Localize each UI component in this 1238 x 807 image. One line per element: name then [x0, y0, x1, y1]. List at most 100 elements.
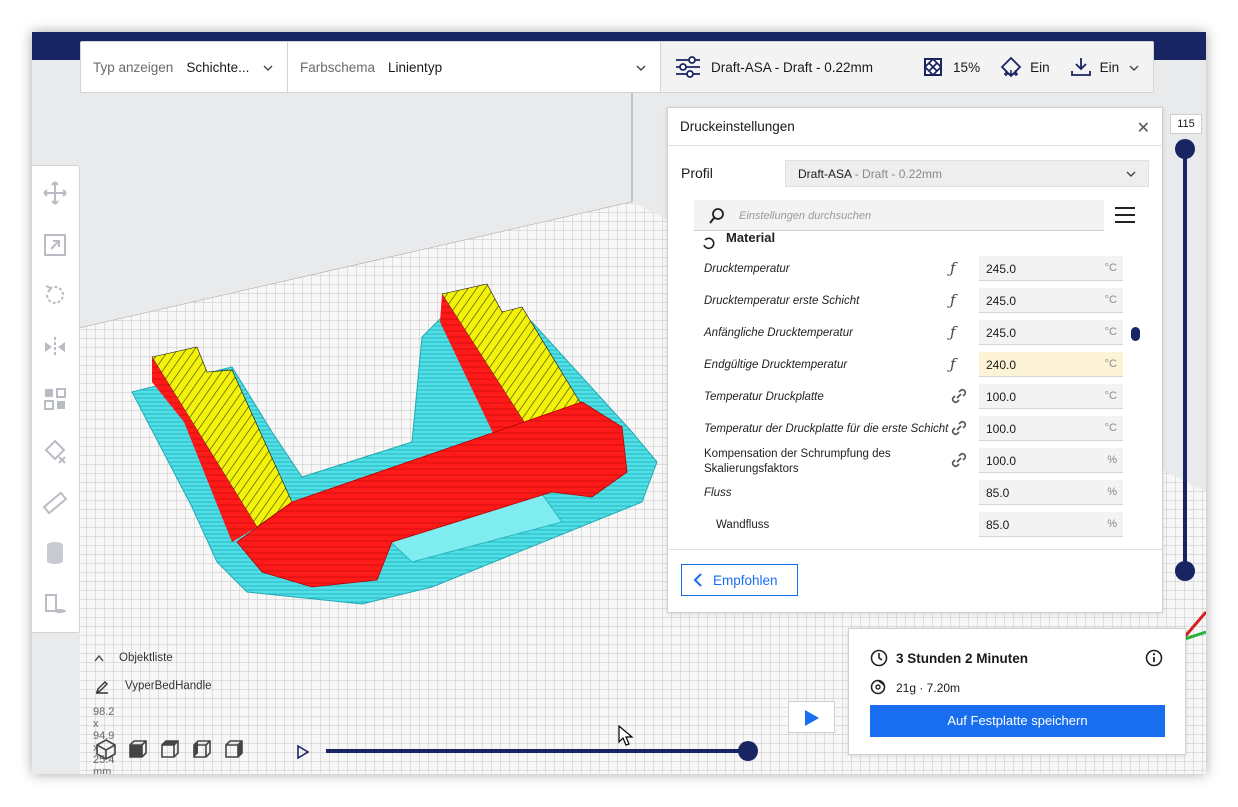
layer-value-field[interactable]: 115: [1170, 114, 1202, 134]
panel-title: Druckeinstellungen: [680, 119, 795, 134]
link-icon[interactable]: [950, 387, 968, 405]
mouse-cursor-icon: [618, 725, 634, 746]
menu-icon[interactable]: [1114, 205, 1136, 225]
print-settings-summary[interactable]: Draft-ASA - Draft - 0.22mm 15% Ein Ein: [661, 42, 1153, 92]
chevron-down-icon: [1126, 171, 1136, 177]
setting-input[interactable]: 85.0%: [979, 480, 1123, 505]
recommended-button[interactable]: Empfohlen: [681, 564, 798, 596]
print-settings-panel: Druckeinstellungen ✕ Profil Draft-ASA - …: [667, 107, 1163, 613]
setting-label: Kompensation der Schrumpfung des Skalier…: [704, 448, 891, 475]
play-icon[interactable]: [295, 744, 311, 760]
setting-input[interactable]: 85.0%: [979, 512, 1123, 537]
function-icon[interactable]: ƒ: [950, 259, 968, 277]
setting-row: Drucktemperatur erste Schicht ƒ 245.0 °C: [668, 285, 1138, 317]
setting-input[interactable]: 100.0 °C: [979, 384, 1123, 409]
adhesion-icon: [1070, 58, 1091, 76]
setting-row: Kompensation der Schrumpfung des Skalier…: [668, 445, 1138, 477]
search-icon: [709, 208, 724, 224]
preview-play-button[interactable]: [788, 701, 835, 733]
setting-label: Temperatur Druckplatte: [704, 391, 824, 403]
right-view-icon[interactable]: [222, 737, 246, 761]
color-scheme-selector[interactable]: Farbschema Linientyp: [288, 42, 661, 92]
play-icon: [805, 710, 819, 726]
panel-header: Druckeinstellungen ✕: [668, 108, 1162, 146]
settings-search-input[interactable]: Einstellungen durchsuchen: [694, 200, 1104, 231]
top-view-icon[interactable]: [158, 737, 182, 761]
view-type-label: Typ anzeigen: [93, 59, 174, 75]
link-icon[interactable]: [950, 419, 968, 437]
setting-input[interactable]: 245.0 °C: [979, 320, 1123, 345]
setting-label: Anfängliche Drucktemperatur: [704, 327, 853, 339]
color-scheme-value: Linientyp: [388, 59, 443, 75]
lay-flat-icon[interactable]: [42, 590, 68, 616]
left-view-icon[interactable]: [190, 737, 214, 761]
info-icon[interactable]: [1145, 649, 1163, 667]
per-model-settings-icon[interactable]: [42, 386, 68, 412]
layer-slider[interactable]: 115: [1170, 114, 1202, 594]
simulation-slider-handle[interactable]: [738, 741, 758, 761]
chevron-left-icon: [693, 573, 702, 587]
view-type-value: Schichte...: [186, 59, 250, 75]
setting-input[interactable]: 240.0 °C: [979, 352, 1123, 377]
adhesion-value: Ein: [1099, 59, 1120, 75]
panel-footer: Empfohlen: [668, 549, 1162, 613]
chevron-down-icon: [1129, 65, 1139, 71]
object-list-label: Objektliste: [119, 652, 173, 664]
3d-view-icon[interactable]: [94, 737, 118, 761]
save-to-disk-button[interactable]: Auf Festplatte speichern: [870, 705, 1165, 737]
rotate-tool-icon[interactable]: [42, 282, 68, 308]
setting-row: Anfängliche Drucktemperatur ƒ 245.0 °C: [668, 317, 1138, 349]
profile-label: Profil: [681, 165, 713, 181]
infill-value: 15%: [953, 59, 981, 75]
chevron-down-icon: [263, 65, 273, 71]
setting-input[interactable]: 245.0 °C: [979, 288, 1123, 313]
profile-dropdown[interactable]: Draft-ASA - Draft - 0.22mm: [785, 160, 1149, 187]
pencil-icon[interactable]: [95, 680, 109, 694]
layer-slider-track[interactable]: [1183, 148, 1187, 572]
function-icon[interactable]: ƒ: [950, 323, 968, 341]
setting-label: Drucktemperatur erste Schicht: [704, 295, 860, 307]
view-type-selector[interactable]: Typ anzeigen Schichte...: [81, 42, 288, 92]
view-toolbar: Typ anzeigen Schichte... Farbschema Lini…: [80, 41, 1154, 93]
infill-icon: [923, 57, 943, 77]
chevron-down-icon: [636, 65, 646, 71]
support-icon: [1000, 56, 1022, 78]
scale-tool-icon[interactable]: [42, 232, 68, 258]
setting-label: Fluss: [704, 487, 732, 499]
support-blocker-icon[interactable]: [42, 438, 68, 464]
profile-summary: Draft-ASA - Draft - 0.22mm: [711, 59, 874, 75]
print-time: 3 Stunden 2 Minuten: [896, 651, 1029, 666]
function-icon[interactable]: ƒ: [950, 291, 968, 309]
object-name: VyperBedHandle: [125, 680, 212, 692]
setting-label: Endgültige Drucktemperatur: [704, 359, 848, 371]
measure-tool-icon[interactable]: [42, 490, 68, 516]
layer-slider-top-handle[interactable]: [1175, 139, 1195, 159]
settings-scrollbar[interactable]: [1131, 327, 1140, 341]
setting-label: Temperatur der Druckplatte für die erste…: [704, 423, 949, 435]
recommended-label: Empfohlen: [713, 572, 778, 588]
category-material: Material: [726, 232, 776, 245]
close-icon[interactable]: ✕: [1137, 118, 1150, 138]
settings-list[interactable]: Material Drucktemperatur ƒ 245.0 °C Druck…: [668, 232, 1138, 548]
material-usage: 21g · 7.20m: [896, 681, 961, 695]
reset-icon: [703, 237, 715, 250]
front-view-icon[interactable]: [126, 737, 150, 761]
setting-label: Drucktemperatur: [704, 263, 790, 275]
setting-input[interactable]: 100.0%: [979, 448, 1123, 473]
spool-icon: [870, 679, 886, 695]
profile-detail: - Draft - 0.22mm: [851, 167, 943, 181]
setting-input[interactable]: 100.0 °C: [979, 416, 1123, 441]
setting-row: Temperatur Druckplatte 100.0 °C: [668, 381, 1138, 413]
link-icon[interactable]: [950, 451, 968, 469]
move-tool-icon[interactable]: [42, 180, 68, 206]
function-icon[interactable]: ƒ: [950, 355, 968, 373]
simulation-slider-track[interactable]: [326, 749, 750, 753]
tool-strip: [32, 165, 80, 633]
layer-slider-bottom-handle[interactable]: [1175, 561, 1195, 581]
setting-input[interactable]: 245.0 °C: [979, 256, 1123, 281]
mirror-tool-icon[interactable]: [42, 334, 68, 360]
cylinder-icon[interactable]: [42, 540, 68, 566]
setting-row: Temperatur der Druckplatte für die erste…: [668, 413, 1138, 445]
object-list-toggle[interactable]: Objektliste: [92, 650, 232, 668]
print-output-panel: 3 Stunden 2 Minuten 21g · 7.20m Auf Fest…: [848, 628, 1186, 755]
